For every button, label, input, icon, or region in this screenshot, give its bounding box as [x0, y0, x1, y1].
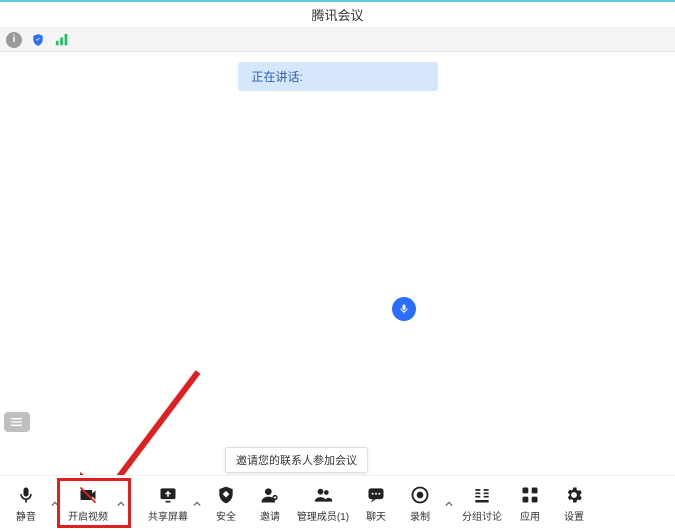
share-options-caret[interactable] — [190, 480, 204, 528]
members-icon — [312, 484, 334, 506]
share-screen-button[interactable]: 共享屏幕 — [146, 480, 190, 528]
speaking-label: 正在讲话: — [252, 70, 303, 84]
gear-icon — [563, 484, 585, 506]
chat-button[interactable]: 聊天 — [354, 480, 398, 528]
video-options-caret[interactable] — [114, 480, 128, 528]
meeting-main-area: 正在讲话: — [0, 52, 675, 475]
breakout-button[interactable]: 分组讨论 — [456, 480, 508, 528]
share-screen-icon — [157, 484, 179, 506]
members-button[interactable]: 管理成员(1) — [292, 480, 354, 528]
apps-button[interactable]: 应用 — [508, 480, 552, 528]
participant-mic-icon — [392, 297, 416, 321]
bottom-toolbar: 静音 开启视频 共享屏幕 安全 邀请 管理成员 — [0, 475, 675, 531]
video-button[interactable]: 开启视频 — [62, 480, 114, 528]
security-button[interactable]: 安全 — [204, 480, 248, 528]
record-button[interactable]: 录制 — [398, 480, 442, 528]
invite-tooltip: 邀请您的联系人参加会议 — [225, 447, 368, 473]
breakout-icon — [471, 484, 493, 506]
app-title: 腾讯会议 — [311, 5, 363, 24]
security-icon — [215, 484, 237, 506]
record-options-caret[interactable] — [442, 480, 456, 528]
speaking-banner: 正在讲话: — [238, 62, 438, 91]
settings-button[interactable]: 设置 — [552, 480, 596, 528]
shield-icon[interactable] — [30, 32, 46, 48]
camera-off-icon — [77, 484, 99, 506]
title-bar: 腾讯会议 — [0, 0, 675, 28]
invite-icon — [259, 484, 281, 506]
signal-icon[interactable] — [54, 32, 70, 48]
invite-button[interactable]: 邀请 — [248, 480, 292, 528]
record-icon — [409, 484, 431, 506]
status-bar: i — [0, 28, 675, 52]
list-toggle-button[interactable] — [4, 412, 30, 432]
chat-icon — [365, 484, 387, 506]
mute-button[interactable]: 静音 — [4, 480, 48, 528]
apps-icon — [519, 484, 541, 506]
microphone-icon — [15, 484, 37, 506]
mute-options-caret[interactable] — [48, 480, 62, 528]
info-icon[interactable]: i — [6, 32, 22, 48]
